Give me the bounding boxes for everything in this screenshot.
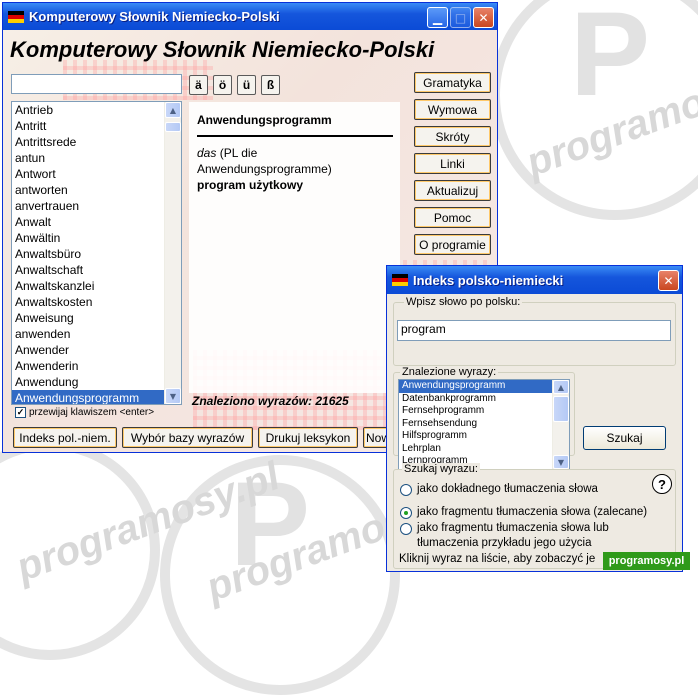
grammar-button[interactable]: Gramatyka	[414, 72, 491, 93]
polish-word-input[interactable]: program	[397, 320, 671, 341]
list-item[interactable]: anvertrauen	[12, 198, 165, 214]
input-group-label: Wpisz słowo po polsku:	[404, 296, 523, 308]
definition-article: das	[197, 146, 217, 160]
main-titlebar[interactable]: Komputerowy Słownik Niemiecko-Polski ▁ □…	[3, 3, 497, 30]
definition-divider	[197, 135, 393, 137]
list-item[interactable]: Antrittsrede	[12, 134, 165, 150]
list-item[interactable]: Anwender	[12, 342, 165, 358]
abbreviations-button[interactable]: Skróty	[414, 126, 491, 147]
scroll-up-arrow-icon[interactable]: ▲	[165, 102, 181, 118]
list-item[interactable]: Antwort	[12, 166, 165, 182]
close-button[interactable]: ✕	[473, 7, 494, 28]
radio-fragment-label: jako fragmentu tłumaczenia słowa (zaleca…	[417, 506, 648, 518]
found-list-item[interactable]: Fernsehsendung	[399, 418, 553, 431]
list-item[interactable]: anwenden	[12, 326, 165, 342]
list-item[interactable]: Anwältin	[12, 230, 165, 246]
german-flag-icon	[392, 274, 408, 286]
radio-fragment-icon[interactable]	[400, 507, 412, 519]
print-lexicon-button[interactable]: Drukuj leksykon	[258, 427, 358, 448]
found-list-item[interactable]: Lehrplan	[399, 443, 553, 456]
radio-exact-icon[interactable]	[400, 484, 412, 496]
maximize-button: □	[450, 7, 471, 28]
update-button[interactable]: Aktualizuj	[414, 180, 491, 201]
list-item[interactable]: Anwaltskosten	[12, 294, 165, 310]
definition-body: das (PL die Anwendungsprogramme) program…	[197, 145, 393, 193]
input-group: Wpisz słowo po polsku: program	[393, 296, 676, 366]
found-words-label: Znalezione wyrazy:	[400, 366, 499, 378]
list-item[interactable]: Anwaltschaft	[12, 262, 165, 278]
minimize-button[interactable]: ▁	[427, 7, 448, 28]
scroll-enter-checkbox[interactable]: ✓ przewijaj klawiszem <enter>	[15, 407, 154, 418]
list-item[interactable]: antworten	[12, 182, 165, 198]
dialog-status-text: Kliknij wyraz na liście, aby zobaczyć je	[399, 553, 596, 565]
dialog-titlebar[interactable]: Indeks polsko-niemiecki ✕	[387, 266, 682, 294]
list-item[interactable]: Antritt	[12, 118, 165, 134]
app-title: Komputerowy Słownik Niemiecko-Polski	[10, 37, 435, 62]
found-words-group: Znalezione wyrazy: Anwendungsprogramm Dat…	[393, 366, 575, 470]
definition-headword: Anwendungsprogramm	[197, 113, 332, 127]
found-list-item[interactable]: Datenbankprogramm	[399, 393, 553, 406]
scroll-down-arrow-icon[interactable]: ▼	[165, 388, 181, 404]
links-button[interactable]: Linki	[414, 153, 491, 174]
list-item[interactable]: Anweisung	[12, 310, 165, 326]
definition-plural: (PL die Anwendungsprogramme)	[197, 146, 332, 176]
word-search-input[interactable]	[11, 74, 182, 94]
list-item[interactable]: Anwendung	[12, 374, 165, 390]
pronunciation-button[interactable]: Wymowa	[414, 99, 491, 120]
scroll-thumb[interactable]	[553, 396, 569, 422]
definition-panel: Anwendungsprogramm das (PL die Anwendung…	[189, 102, 400, 393]
char-a-umlaut-button[interactable]: ä	[189, 75, 208, 95]
word-list[interactable]: Antrieb Antritt Antrittsrede antun Antwort an…	[11, 101, 182, 405]
help-icon[interactable]: ?	[652, 474, 672, 494]
dialog-title: Indeks polsko-niemiecki	[413, 272, 564, 288]
radio-fragment-example-label: jako fragmentu tłumaczenia słowa lub tłum…	[417, 522, 609, 549]
found-list-item[interactable]: Anwendungsprogramm	[399, 380, 553, 393]
dialog-client-area: Wpisz słowo po polsku: program Znalezion…	[387, 294, 682, 571]
scroll-up-arrow-icon[interactable]: ▲	[553, 380, 569, 394]
scroll-down-arrow-icon[interactable]: ▼	[553, 455, 569, 469]
list-item[interactable]: Anwendungsprogramm	[12, 390, 165, 404]
found-words-list[interactable]: Anwendungsprogramm Datenbankprogramm Ferns…	[398, 379, 570, 470]
scroll-enter-label: przewijaj klawiszem <enter>	[29, 407, 155, 418]
radio-exact-label: jako dokładnego tłumaczenia słowa	[417, 483, 598, 495]
radio-exact[interactable]: jako dokładnego tłumaczenia słowa	[400, 482, 598, 497]
german-flag-icon	[8, 10, 24, 23]
scroll-thumb[interactable]	[165, 122, 181, 132]
radio-fragment-example-icon[interactable]	[400, 523, 412, 535]
char-o-umlaut-button[interactable]: ö	[213, 75, 232, 95]
main-window-title: Komputerowy Słownik Niemiecko-Polski	[29, 9, 280, 24]
definition-translation: program użytkowy	[197, 178, 304, 192]
radio-fragment-example[interactable]: jako fragmentu tłumaczenia słowa lub tłum…	[400, 521, 609, 551]
found-list-item[interactable]: Fernsehprogramm	[399, 405, 553, 418]
choose-database-button[interactable]: Wybór bazy wyrazów	[122, 427, 253, 448]
list-item[interactable]: Antrieb	[12, 102, 165, 118]
list-item[interactable]: Anwalt	[12, 214, 165, 230]
found-list-item[interactable]: Hilfsprogramm	[399, 430, 553, 443]
radio-fragment[interactable]: jako fragmentu tłumaczenia słowa (zaleca…	[400, 505, 647, 520]
help-button[interactable]: Pomoc	[414, 207, 491, 228]
word-list-items: Antrieb Antritt Antrittsrede antun Antwort an…	[12, 102, 165, 404]
polish-german-index-button[interactable]: Indeks pol.-niem.	[13, 427, 117, 448]
brand-badge: programosy.pl	[603, 552, 690, 570]
found-words-items: Anwendungsprogramm Datenbankprogramm Ferns…	[399, 380, 553, 469]
search-button[interactable]: Szukaj	[583, 426, 666, 450]
list-item[interactable]: Anwenderin	[12, 358, 165, 374]
list-item[interactable]: antun	[12, 150, 165, 166]
about-button[interactable]: O programie	[414, 234, 491, 255]
char-u-umlaut-button[interactable]: ü	[237, 75, 256, 95]
list-item[interactable]: Anwaltsbüro	[12, 246, 165, 262]
char-eszett-button[interactable]: ß	[261, 75, 280, 95]
checkbox-icon[interactable]: ✓	[15, 407, 26, 418]
search-options-label: Szukaj wyrazu:	[402, 463, 480, 475]
list-item[interactable]: Anwaltskanzlei	[12, 278, 165, 294]
dialog-close-button[interactable]: ✕	[658, 270, 679, 291]
found-count: Znaleziono wyrazów: 21625	[192, 394, 349, 408]
word-list-scrollbar[interactable]: ▲ ▼	[164, 102, 181, 404]
found-words-scrollbar[interactable]: ▲ ▼	[552, 380, 569, 469]
polish-german-index-dialog: Indeks polsko-niemiecki ✕ Wpisz słowo po…	[386, 265, 683, 572]
